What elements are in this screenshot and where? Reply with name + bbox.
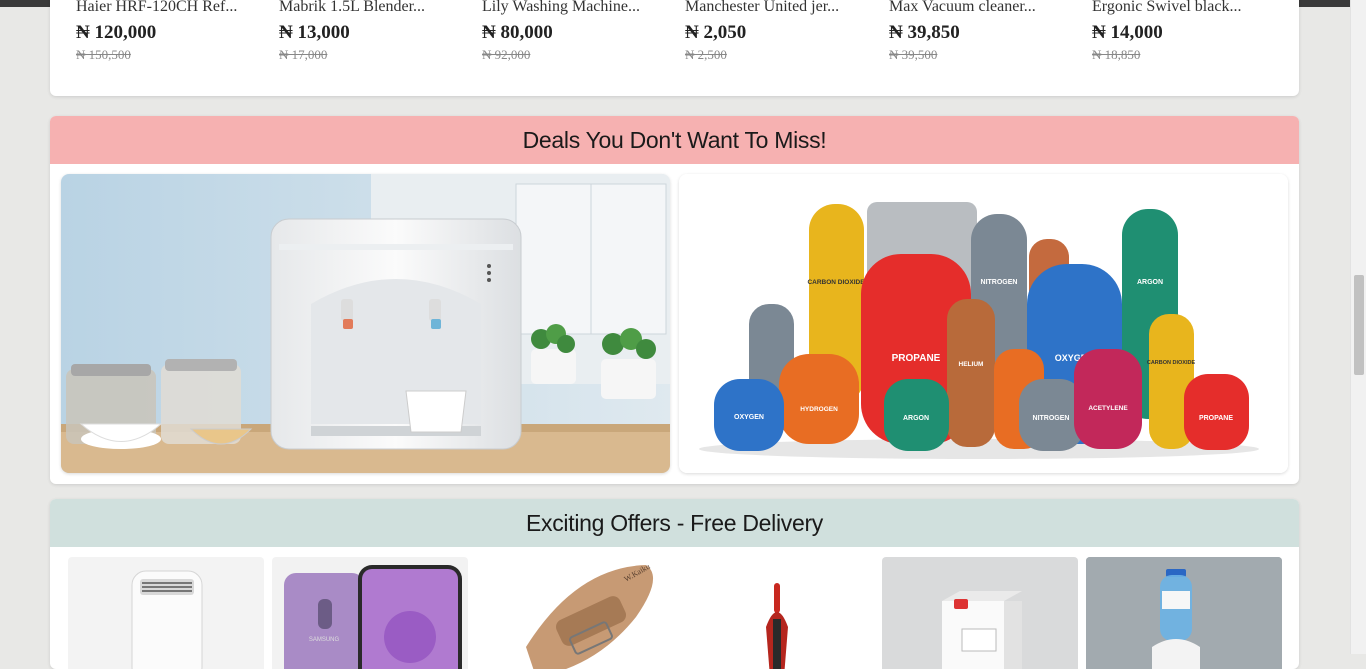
svg-text:PROPANE: PROPANE xyxy=(892,353,941,364)
svg-text:HELIUM: HELIUM xyxy=(959,361,984,368)
product-price: ₦ 80,000 xyxy=(482,22,553,43)
smartphone-tile[interactable]: SAMSUNG xyxy=(272,557,468,669)
deals-section-title: Deals You Don't Want To Miss! xyxy=(50,116,1299,164)
svg-text:ACETYLENE: ACETYLENE xyxy=(1088,405,1128,412)
air-conditioner-tile[interactable] xyxy=(68,557,264,669)
svg-text:OXYGEN: OXYGEN xyxy=(734,414,764,421)
vacuum-cleaner-image xyxy=(766,583,788,669)
smartphone-image: SAMSUNG xyxy=(284,565,462,669)
product-price: ₦ 13,000 xyxy=(279,22,350,43)
gas-cylinders-banner[interactable]: CARBON DIOXIDE NITROGEN ARGON PROPANE HE… xyxy=(679,174,1288,473)
cylinder-propane-small: PROPANE xyxy=(1184,374,1249,450)
svg-text:SAMSUNG: SAMSUNG xyxy=(309,637,340,643)
water-dispenser-image xyxy=(61,174,670,473)
cylinder-helium: HELIUM xyxy=(947,299,995,447)
product-price: ₦ 14,000 xyxy=(1092,22,1163,43)
product-name[interactable]: Lily Washing Machine... xyxy=(482,0,672,16)
product-old-price: ₦ 150,500 xyxy=(76,47,131,62)
air-conditioner-image xyxy=(131,570,203,669)
sandal-image: W.Kaiku xyxy=(526,562,653,669)
svg-text:CARBON DIOXIDE: CARBON DIOXIDE xyxy=(807,279,865,286)
svg-text:NITROGEN: NITROGEN xyxy=(1033,415,1070,422)
svg-text:ARGON: ARGON xyxy=(1137,279,1163,286)
product-name[interactable]: Ergonic Swivel black... xyxy=(1092,0,1282,16)
sandal-tile[interactable]: W.Kaiku xyxy=(476,557,672,669)
page-scrollbar[interactable] xyxy=(1350,0,1366,654)
deals-section: Deals You Don't Want To Miss! CARBON DIO… xyxy=(50,116,1299,484)
product-price: ₦ 39,850 xyxy=(889,22,960,43)
scrollbar-thumb[interactable] xyxy=(1354,275,1364,375)
offers-section: Exciting Offers - Free Delivery SAMSUNG … xyxy=(50,499,1299,669)
water-bottle-dispenser-tile[interactable] xyxy=(1086,557,1282,669)
cylinder-hydrogen: HYDROGEN xyxy=(779,354,859,444)
gas-cylinders-image: CARBON DIOXIDE NITROGEN ARGON PROPANE HE… xyxy=(679,174,1288,473)
product-old-price: ₦ 18,850 xyxy=(1092,47,1141,62)
vacuum-cleaner-tile[interactable] xyxy=(680,557,876,669)
cylinder-acetylene: ACETYLENE xyxy=(1074,349,1142,449)
product-strip: Haier HRF-120CH Ref... ₦ 120,000 ₦ 150,5… xyxy=(50,0,1299,96)
svg-text:CARBON DIOXIDE: CARBON DIOXIDE xyxy=(1147,360,1196,366)
product-old-price: ₦ 39,500 xyxy=(889,47,938,62)
product-name[interactable]: Manchester United jer... xyxy=(685,0,875,16)
milk-carton-tile[interactable] xyxy=(882,557,1078,669)
product-price: ₦ 2,050 xyxy=(685,22,747,43)
product-old-price: ₦ 17,000 xyxy=(279,47,328,62)
product-old-price: ₦ 92,000 xyxy=(482,47,531,62)
cylinder-oxygen-small: OXYGEN xyxy=(714,379,784,451)
cylinder-argon-small: ARGON xyxy=(884,379,949,451)
product-price: ₦ 120,000 xyxy=(76,22,157,43)
product-name[interactable]: Mabrik 1.5L Blender... xyxy=(279,0,469,16)
svg-text:HYDROGEN: HYDROGEN xyxy=(800,406,838,413)
milk-carton-image xyxy=(942,591,1022,669)
product-name[interactable]: Max Vacuum cleaner... xyxy=(889,0,1079,16)
svg-text:ARGON: ARGON xyxy=(903,415,929,422)
svg-text:NITROGEN: NITROGEN xyxy=(981,279,1018,286)
product-old-price: ₦ 2,500 xyxy=(685,47,727,62)
water-bottle-dispenser-image xyxy=(1086,557,1282,669)
svg-text:PROPANE: PROPANE xyxy=(1199,415,1233,422)
offers-section-title: Exciting Offers - Free Delivery xyxy=(50,499,1299,547)
water-dispenser-banner[interactable] xyxy=(61,174,670,473)
product-name[interactable]: Haier HRF-120CH Ref... xyxy=(76,0,266,16)
